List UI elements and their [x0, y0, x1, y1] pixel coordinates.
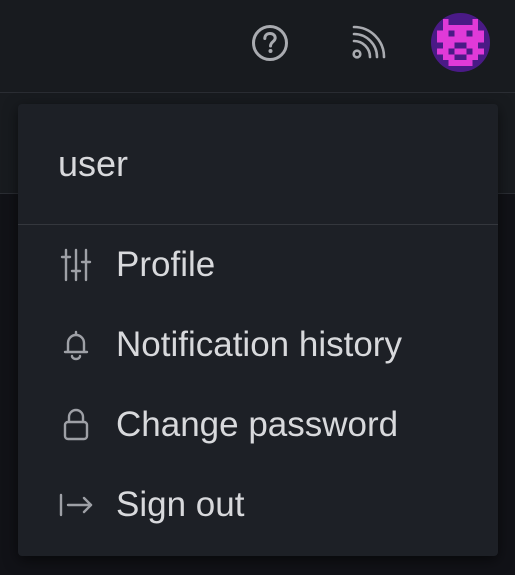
help-circle-icon — [252, 25, 288, 61]
menu-item-sign-out[interactable]: Sign out — [18, 465, 498, 545]
lock-icon — [58, 407, 94, 443]
sign-out-icon — [58, 487, 94, 523]
menu-item-label: Profile — [116, 245, 216, 284]
menu-item-change-password[interactable]: Change password — [18, 385, 498, 465]
rss-icon — [352, 25, 386, 59]
menu-item-notification-history[interactable]: Notification history — [18, 305, 498, 385]
menu-username: user — [18, 104, 498, 225]
news-feed-button[interactable] — [346, 21, 390, 65]
bell-icon — [58, 327, 94, 363]
sliders-icon — [58, 247, 94, 283]
user-avatar-button[interactable] — [431, 13, 490, 72]
avatar — [431, 13, 490, 72]
menu-item-label: Change password — [116, 405, 399, 444]
menu-item-label: Sign out — [116, 485, 245, 524]
menu-items: Profile Notification history Change pass… — [18, 225, 498, 545]
top-navigation-bar — [0, 0, 515, 93]
menu-item-profile[interactable]: Profile — [18, 225, 498, 305]
menu-item-label: Notification history — [116, 325, 402, 364]
help-button[interactable] — [248, 21, 292, 65]
user-dropdown-menu: user Profile Notification history Change… — [18, 104, 498, 556]
